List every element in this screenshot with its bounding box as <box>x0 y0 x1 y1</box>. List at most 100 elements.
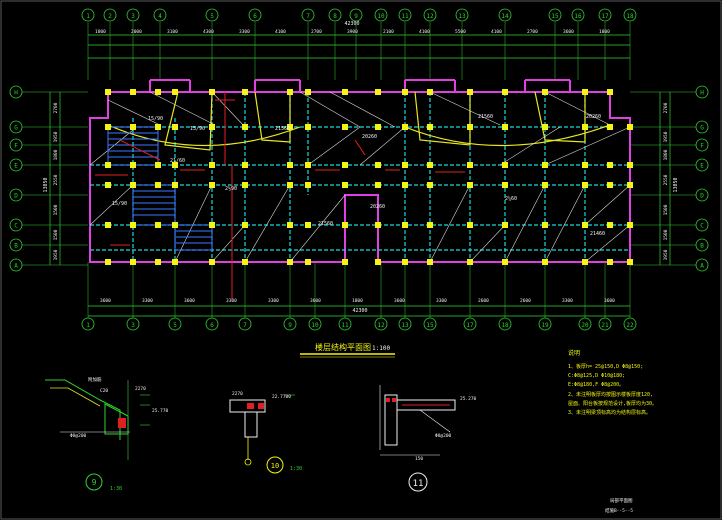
column <box>582 124 588 130</box>
detail-text: Φ8@200 <box>435 433 452 439</box>
column <box>375 162 381 168</box>
axis-bubble-bottom: 18 <box>498 317 512 331</box>
column <box>427 89 433 95</box>
column <box>242 182 248 188</box>
axis-label: 5 <box>210 13 214 20</box>
column <box>502 182 508 188</box>
axis-bubble-row: F <box>9 138 23 152</box>
axis-label: 7 <box>243 322 247 329</box>
section-detail-10: 22.7700 2270 10 1:30 <box>229 391 302 474</box>
column <box>627 182 633 188</box>
slab-label: 2¼60 <box>505 196 517 202</box>
column <box>502 222 508 228</box>
column <box>607 259 613 265</box>
column <box>375 89 381 95</box>
axis-bubble-bottom: 13 <box>398 317 412 331</box>
axis-bubble-top: 5 <box>205 8 219 22</box>
axis-bubble-row: G <box>695 120 709 134</box>
column <box>242 124 248 130</box>
column <box>130 124 136 130</box>
axis-label: 12 <box>377 322 385 329</box>
detail-text: 22.7700 <box>272 394 291 400</box>
drawing-canvas: 1 2 3 4 5 6 7 8 9 10 11 12 13 14 15 16 17 18 1 3 5 6 7 9 10 11 12 1… <box>0 0 722 520</box>
slab-label: 20260 <box>586 114 601 120</box>
column <box>305 162 311 168</box>
left-dim-text: 1800 <box>53 149 59 160</box>
column <box>542 124 548 130</box>
column <box>172 124 178 130</box>
notes-heading: 说明 <box>568 349 580 357</box>
note-line: 屋面、阳台板按规范设计,板厚均为30。 <box>568 400 657 407</box>
column <box>502 89 508 95</box>
column <box>242 162 248 168</box>
axis-label: F <box>700 143 704 150</box>
top-dim-text: 4100 <box>275 29 286 35</box>
section-label: 11 <box>413 479 424 489</box>
axis-label: H <box>14 90 18 97</box>
column <box>542 222 548 228</box>
column <box>172 222 178 228</box>
column <box>427 124 433 130</box>
curved-beams <box>107 91 611 151</box>
axis-label: 13 <box>458 13 466 20</box>
overall-dimension-bottom: 42300 <box>352 308 367 314</box>
axis-bubble-row: E <box>9 158 23 172</box>
column <box>105 89 111 95</box>
top-dim-text: 1800 <box>95 29 106 35</box>
axis-bubble-top: 1 <box>81 8 95 22</box>
axis-label: G <box>700 125 704 132</box>
axis-bubble-top: 12 <box>423 8 437 22</box>
column <box>130 222 136 228</box>
axis-label: B <box>700 243 704 250</box>
plan-title-scale: 1:100 <box>372 345 390 352</box>
detail-text: 25.270 <box>460 396 477 402</box>
column <box>130 259 136 265</box>
left-dim-text: 2700 <box>53 102 59 113</box>
axis-bubble-bottom: 12 <box>374 317 388 331</box>
column <box>467 162 473 168</box>
column <box>130 162 136 168</box>
axis-bubble-top: 3 <box>126 8 140 22</box>
axis-bubble-row: F <box>695 138 709 152</box>
axis-bubble-bottom: 20 <box>578 317 592 331</box>
top-dim-text: 4100 <box>491 29 502 35</box>
column <box>209 162 215 168</box>
column-markers <box>105 89 633 265</box>
column <box>467 222 473 228</box>
bottom-dim-text: 2600 <box>520 298 531 304</box>
slab-label: 20260 <box>370 204 385 210</box>
column <box>155 182 161 188</box>
axis-label: H <box>700 90 704 97</box>
slab-label: 21560 <box>318 221 333 227</box>
axis-label: A <box>14 263 18 270</box>
top-dim-text: 1800 <box>599 29 610 35</box>
column <box>287 182 293 188</box>
structural-plan-drawing: 1 2 3 4 5 6 7 8 9 10 11 12 13 14 15 16 17 181 3 5 6 7 9 10 11 12 1… <box>0 0 722 520</box>
axis-label: 3 <box>131 322 135 329</box>
column <box>342 89 348 95</box>
column <box>427 222 433 228</box>
axis-bubble-row: G <box>9 120 23 134</box>
axis-label: 12 <box>426 13 434 20</box>
axis-label: G <box>14 125 18 132</box>
column <box>502 124 508 130</box>
column <box>627 162 633 168</box>
column <box>467 182 473 188</box>
overall-dimension-right: 13050 <box>673 177 679 192</box>
axis-bubble-top: 16 <box>571 8 585 22</box>
axis-bubble-row: H <box>695 85 709 99</box>
axis-label: 5 <box>173 322 177 329</box>
right-dim-text: 2700 <box>663 102 669 113</box>
axis-bubble-row: H <box>9 85 23 99</box>
column <box>172 259 178 265</box>
slab-label: 2½90 <box>225 185 237 192</box>
slab-label: 15/90 <box>112 201 127 207</box>
column <box>582 162 588 168</box>
slab-label: 21560 <box>478 114 493 120</box>
section-label: 9 <box>92 478 97 487</box>
axis-label: 9 <box>354 13 358 20</box>
axis-bubble-top: 7 <box>301 8 315 22</box>
slab-label: 21560 <box>275 126 290 132</box>
top-dim-text: 3100 <box>167 29 178 35</box>
column <box>375 222 381 228</box>
